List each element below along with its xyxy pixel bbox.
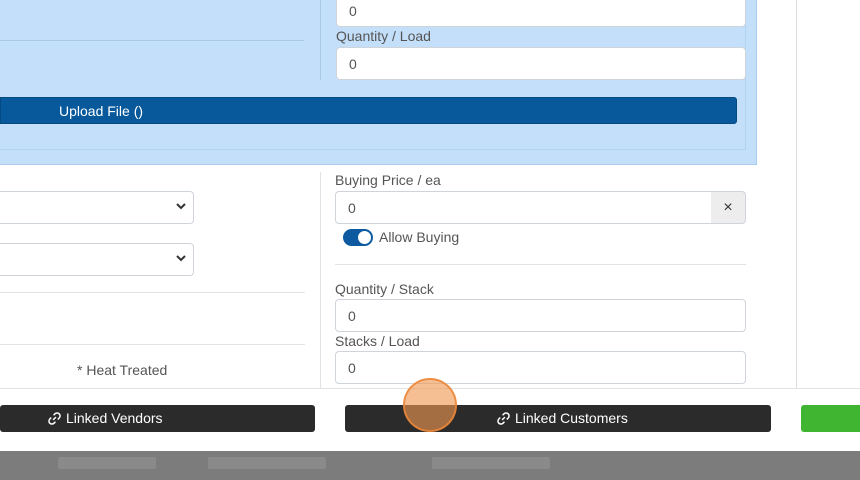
section-divider [0,292,305,293]
top-value-field[interactable]: 0 [336,0,746,27]
right-gutter [796,0,860,388]
blurred-text [208,457,326,469]
allow-buying-toggle[interactable] [343,229,373,246]
blurred-text [58,457,156,469]
save-button[interactable] [801,405,860,432]
cursor-indicator [403,378,457,432]
linked-vendors-label: Linked Vendors [66,410,163,426]
form-scroll-area: 0 Quantity / Load 0 Upload File () * Hea… [0,0,796,388]
buying-price-label: Buying Price / ea [335,172,441,188]
allow-buying-label: Allow Buying [379,229,460,245]
stacks-load-label: Stacks / Load [335,333,420,349]
link-icon [497,411,510,425]
quantity-load-label: Quantity / Load [336,28,431,44]
toggle-knob [358,231,371,244]
clear-price-button[interactable]: × [711,191,746,224]
chevron-down-icon [176,255,186,262]
quantity-load-field[interactable]: 0 [336,47,746,80]
upload-section-panel: 0 Quantity / Load 0 Upload File () [0,0,757,165]
left-select-2[interactable] [0,243,194,276]
buying-price-field[interactable]: 0 [335,191,712,224]
upload-file-button[interactable]: Upload File () [0,97,737,124]
stacks-load-field[interactable]: 0 [335,351,746,384]
chevron-down-icon [176,203,186,210]
linked-customers-label: Linked Customers [515,410,628,426]
background-overlay [0,451,860,480]
section-divider [0,344,305,345]
link-icon [48,411,61,425]
section-divider [335,264,746,265]
column-divider [320,172,321,388]
quantity-stack-field[interactable]: 0 [335,299,746,332]
heat-treated-label: * Heat Treated [77,362,168,378]
blurred-text [432,457,550,469]
close-icon: × [723,199,733,216]
linked-vendors-button[interactable]: Linked Vendors [0,405,315,432]
section-divider [0,40,304,41]
column-divider [320,0,321,80]
quantity-stack-label: Quantity / Stack [335,281,434,297]
upload-file-label: Upload File () [59,103,144,119]
left-select-1[interactable] [0,191,194,224]
